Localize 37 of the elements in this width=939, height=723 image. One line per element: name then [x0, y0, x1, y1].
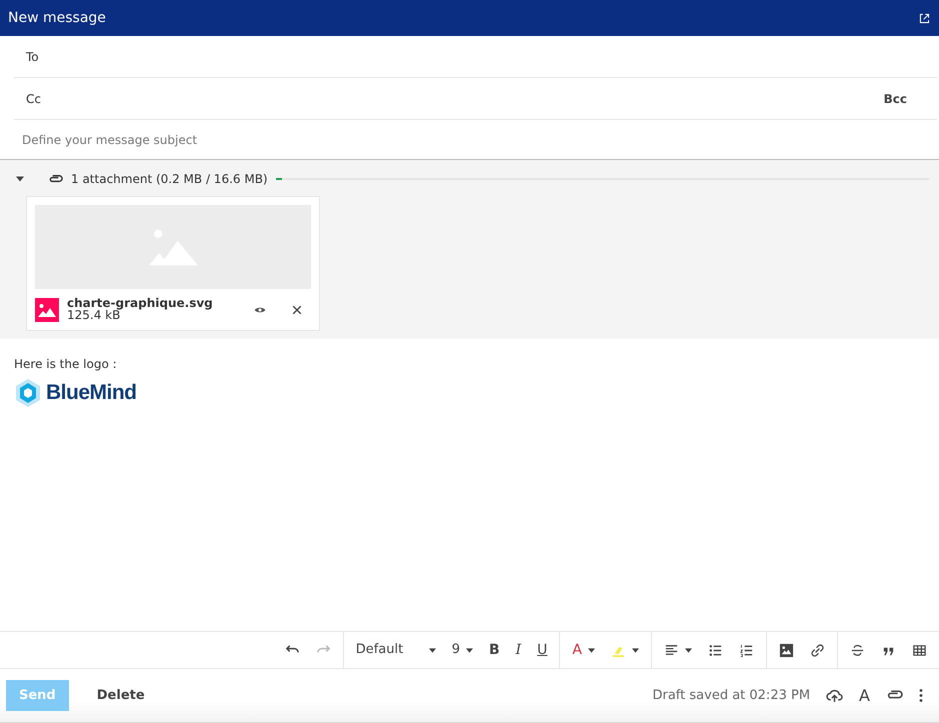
- caret-icon: [428, 648, 436, 652]
- attachment-summary: 1 attachment (0.2 MB / 16.6 MB): [71, 171, 268, 188]
- font-select[interactable]: Default: [348, 635, 444, 665]
- collapse-caret-icon[interactable]: [16, 176, 24, 182]
- numbered-list-icon: [739, 642, 754, 658]
- window-title: New message: [8, 8, 106, 28]
- text-format-button[interactable]: A: [851, 684, 878, 708]
- text-color-button[interactable]: A: [564, 635, 603, 665]
- bold-button[interactable]: B: [480, 635, 508, 665]
- hexagon-logo-icon: [14, 378, 42, 408]
- caret-icon: [685, 648, 692, 652]
- bullet-list-icon: [708, 642, 723, 658]
- caret-icon: [588, 648, 595, 652]
- recipient-label: Cc: [26, 90, 41, 108]
- file-name: charte-graphique.svg: [67, 297, 214, 309]
- more-icon: [919, 688, 923, 704]
- font-size-select[interactable]: 9: [444, 635, 481, 665]
- strikethrough-icon: [850, 642, 865, 658]
- body-text: Here is the logo :: [14, 356, 118, 374]
- caret-icon: [466, 648, 473, 652]
- align-left-icon: [664, 642, 679, 658]
- caret-icon: [632, 648, 639, 652]
- table-icon: [912, 642, 927, 658]
- link-icon: [810, 642, 825, 658]
- underline-button[interactable]: U: [529, 635, 556, 665]
- close-icon: [291, 304, 303, 316]
- italic-button[interactable]: I: [508, 635, 530, 665]
- bcc-link[interactable]: Bcc: [884, 90, 907, 108]
- pop-out-icon[interactable]: [918, 12, 931, 24]
- draft-status: Draft saved at 02:23 PM: [652, 686, 810, 705]
- image-file-icon: [35, 298, 59, 322]
- file-size: 125.4 kB: [67, 309, 120, 322]
- delete-button[interactable]: Delete: [84, 680, 157, 712]
- recipient-label: To: [26, 48, 39, 66]
- logo-text: BlueMind: [46, 380, 136, 406]
- cloud-upload-icon: [826, 687, 844, 704]
- image-icon: [779, 642, 794, 658]
